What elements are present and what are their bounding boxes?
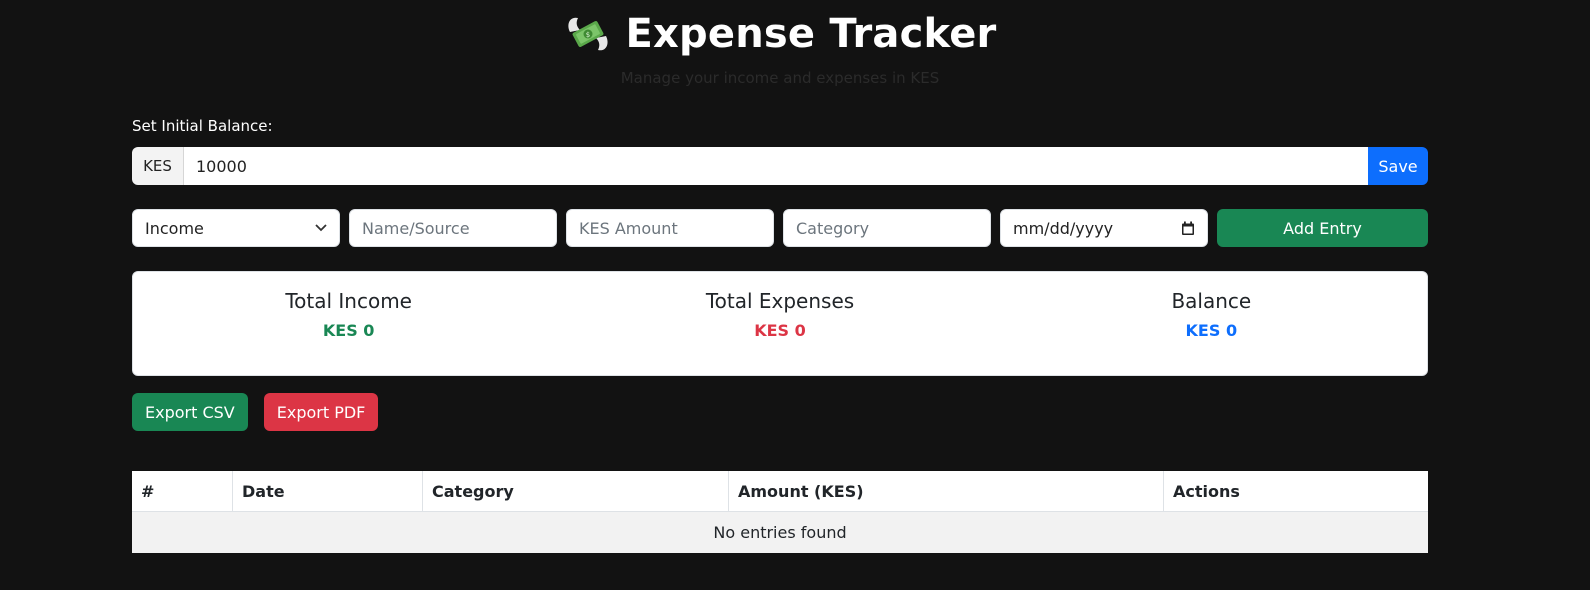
total-income-block: Total Income KES 0 bbox=[133, 272, 564, 375]
balance-label: Balance bbox=[1171, 289, 1252, 313]
app-page: $ Expense Tracker Manage your income and… bbox=[0, 0, 1590, 590]
table-header: # Date Category Amount (KES) Actions bbox=[132, 471, 1428, 512]
entry-type-value: Income bbox=[145, 218, 204, 238]
initial-balance-input[interactable]: 10000 bbox=[184, 147, 1368, 185]
initial-balance-group: KES 10000 Save bbox=[132, 147, 1428, 185]
category-input[interactable]: Category bbox=[783, 209, 991, 247]
date-placeholder: mm/dd/yyyy bbox=[1013, 218, 1114, 238]
total-expenses-block: Total Expenses KES 0 bbox=[564, 272, 995, 375]
column-header-date: Date bbox=[233, 471, 423, 511]
category-placeholder: Category bbox=[796, 218, 870, 238]
amount-input[interactable]: KES Amount bbox=[566, 209, 774, 247]
export-csv-button[interactable]: Export CSV bbox=[132, 393, 248, 431]
total-expenses-value: KES 0 bbox=[754, 321, 806, 340]
money-with-wings-icon: $ bbox=[567, 17, 608, 51]
total-expenses-label: Total Expenses bbox=[705, 289, 855, 313]
name-source-placeholder: Name/Source bbox=[362, 218, 470, 238]
column-header-amount: Amount (KES) bbox=[729, 471, 1164, 511]
summary-card: Total Income KES 0 Total Expenses KES 0 … bbox=[132, 271, 1428, 376]
page-header: $ Expense Tracker bbox=[0, 10, 1560, 58]
total-income-label: Total Income bbox=[285, 289, 412, 313]
name-source-input[interactable]: Name/Source bbox=[349, 209, 557, 247]
initial-balance-label: Set Initial Balance: bbox=[132, 117, 273, 135]
balance-value: KES 0 bbox=[1185, 321, 1238, 340]
chevron-down-icon bbox=[315, 224, 327, 232]
amount-placeholder: KES Amount bbox=[579, 218, 678, 238]
currency-prefix: KES bbox=[132, 147, 184, 185]
empty-table-message: No entries found bbox=[132, 512, 1428, 553]
export-pdf-button[interactable]: Export PDF bbox=[263, 393, 379, 431]
column-header-actions: Actions bbox=[1173, 481, 1240, 501]
save-balance-button[interactable]: Save bbox=[1368, 147, 1428, 185]
export-toolbar: Export CSV Export PDF bbox=[132, 393, 1428, 431]
page-title: Expense Tracker bbox=[625, 11, 997, 57]
entries-table: # Date Category Amount (KES) Actions No … bbox=[132, 471, 1428, 553]
entry-form: Income Name/Source KES Amount Category m… bbox=[132, 209, 1428, 247]
add-entry-button[interactable]: Add Entry bbox=[1217, 209, 1428, 247]
svg-text:$: $ bbox=[585, 31, 589, 39]
balance-block: Balance KES 0 bbox=[996, 272, 1427, 375]
date-input[interactable]: mm/dd/yyyy bbox=[1000, 209, 1208, 247]
entry-type-select[interactable]: Income bbox=[132, 209, 340, 247]
column-header-number: # bbox=[132, 471, 233, 511]
page-subtitle: Manage your income and expenses in KES bbox=[620, 69, 940, 87]
column-header-category: Category bbox=[423, 471, 729, 511]
total-income-value: KES 0 bbox=[322, 321, 375, 340]
calendar-icon[interactable] bbox=[1181, 221, 1195, 236]
